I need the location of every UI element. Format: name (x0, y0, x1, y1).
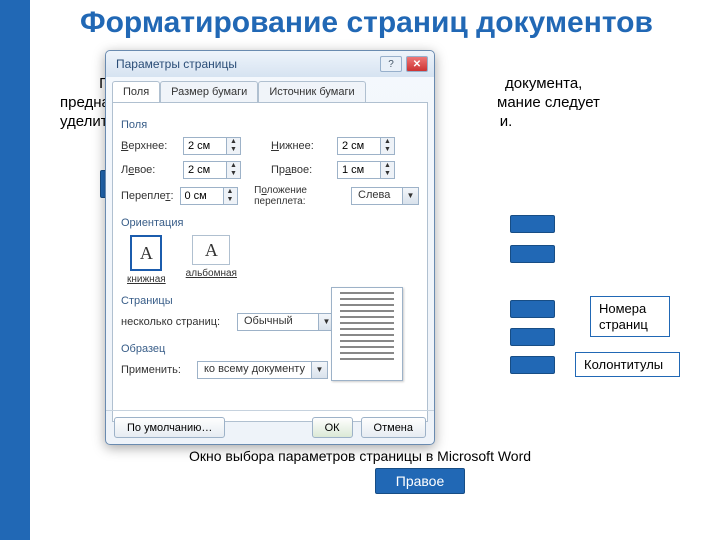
cancel-button[interactable]: Отмена (361, 417, 426, 438)
bg-block (510, 300, 555, 318)
tab-paper-source[interactable]: Источник бумаги (258, 81, 365, 102)
chevron-down-icon[interactable]: ▼ (311, 362, 327, 378)
default-button[interactable]: По умолчанию… (114, 417, 225, 438)
spin-up-icon[interactable]: ▲ (227, 162, 240, 170)
input-left[interactable] (184, 162, 226, 178)
label-top: ВВерхнее:ерхнее: (121, 140, 177, 152)
spin-up-icon[interactable]: ▲ (381, 162, 394, 170)
label-apply: Применить: (121, 364, 191, 376)
combo-apply[interactable]: ко всему документу ▼ (197, 361, 328, 379)
spin-down-icon[interactable]: ▼ (227, 170, 240, 178)
input-gutter[interactable] (181, 188, 223, 204)
orientation-landscape[interactable]: A альбомная (186, 235, 237, 285)
combo-apply-value: ко всему документу (198, 362, 311, 378)
label-bottom: Нижнее: (271, 140, 331, 152)
page-preview (331, 287, 403, 381)
combo-multipage-value: Обычный (238, 314, 318, 330)
group-margins: Поля (121, 119, 419, 131)
figure-caption: Окно выбора параметров страницы в Micros… (150, 448, 570, 464)
help-button[interactable]: ? (380, 56, 402, 72)
portrait-icon: A (130, 235, 162, 271)
combo-gutter-position[interactable]: Слева ▼ (351, 187, 419, 205)
bg-block-right: Правое (375, 468, 465, 494)
label-page-numbers: Номера страниц (590, 296, 670, 337)
dialog-footer: По умолчанию… ОК Отмена (106, 410, 434, 444)
spin-right[interactable]: ▲▼ (337, 161, 395, 179)
intro-frag: мание следует (497, 94, 600, 111)
combo-multipage[interactable]: Обычный ▼ (237, 313, 335, 331)
spin-top[interactable]: ▲▼ (183, 137, 241, 155)
input-bottom[interactable] (338, 138, 380, 154)
label-gutter-position: Положение переплета: (254, 185, 345, 207)
page-title: Форматирование страниц документов (80, 6, 680, 39)
spin-down-icon[interactable]: ▼ (381, 146, 394, 154)
spin-down-icon[interactable]: ▼ (227, 146, 240, 154)
orientation-portrait-label: книжная (127, 274, 166, 285)
intro-frag: и. (500, 113, 513, 130)
spin-down-icon[interactable]: ▼ (381, 170, 394, 178)
close-button[interactable]: ✕ (406, 56, 428, 72)
ok-button[interactable]: ОК (312, 417, 353, 438)
bg-block (510, 215, 555, 233)
spin-up-icon[interactable]: ▲ (381, 138, 394, 146)
label-gutter: Переплет: (121, 190, 174, 202)
spin-up-icon[interactable]: ▲ (224, 188, 237, 196)
spin-gutter[interactable]: ▲▼ (180, 187, 238, 205)
input-right[interactable] (338, 162, 380, 178)
input-top[interactable] (184, 138, 226, 154)
combo-gutter-value: Слева (352, 188, 402, 204)
spin-left[interactable]: ▲▼ (183, 161, 241, 179)
intro-frag: документа, (505, 75, 582, 92)
tab-body-fields: Поля ВВерхнее:ерхнее: ▲▼ Нижнее: ▲▼ Лево… (112, 102, 428, 422)
bg-block (510, 328, 555, 346)
spin-down-icon[interactable]: ▼ (224, 196, 237, 204)
tab-paper-size[interactable]: Размер бумаги (160, 81, 258, 102)
spin-bottom[interactable]: ▲▼ (337, 137, 395, 155)
label-multipage: несколько страниц: (121, 316, 231, 328)
chevron-down-icon[interactable]: ▼ (402, 188, 418, 204)
label-footers: Колонтитулы (575, 352, 680, 377)
spin-up-icon[interactable]: ▲ (227, 138, 240, 146)
label-right: Правое: (271, 164, 331, 176)
dialog-titlebar[interactable]: Параметры страницы ? ✕ (106, 51, 434, 77)
bg-block (510, 356, 555, 374)
orientation-portrait[interactable]: A книжная (127, 235, 166, 285)
label-left: Левое: (121, 164, 177, 176)
dialog-tabs: Поля Размер бумаги Источник бумаги (106, 77, 434, 102)
bg-block (510, 245, 555, 263)
tab-fields[interactable]: Поля (112, 81, 160, 102)
accent-stripe (0, 0, 30, 540)
dialog-title: Параметры страницы (112, 57, 376, 71)
page-setup-dialog: Параметры страницы ? ✕ Поля Размер бумаг… (105, 50, 435, 445)
orientation-landscape-label: альбомная (186, 268, 237, 279)
group-orientation: Ориентация (121, 217, 419, 229)
landscape-icon: A (192, 235, 230, 265)
